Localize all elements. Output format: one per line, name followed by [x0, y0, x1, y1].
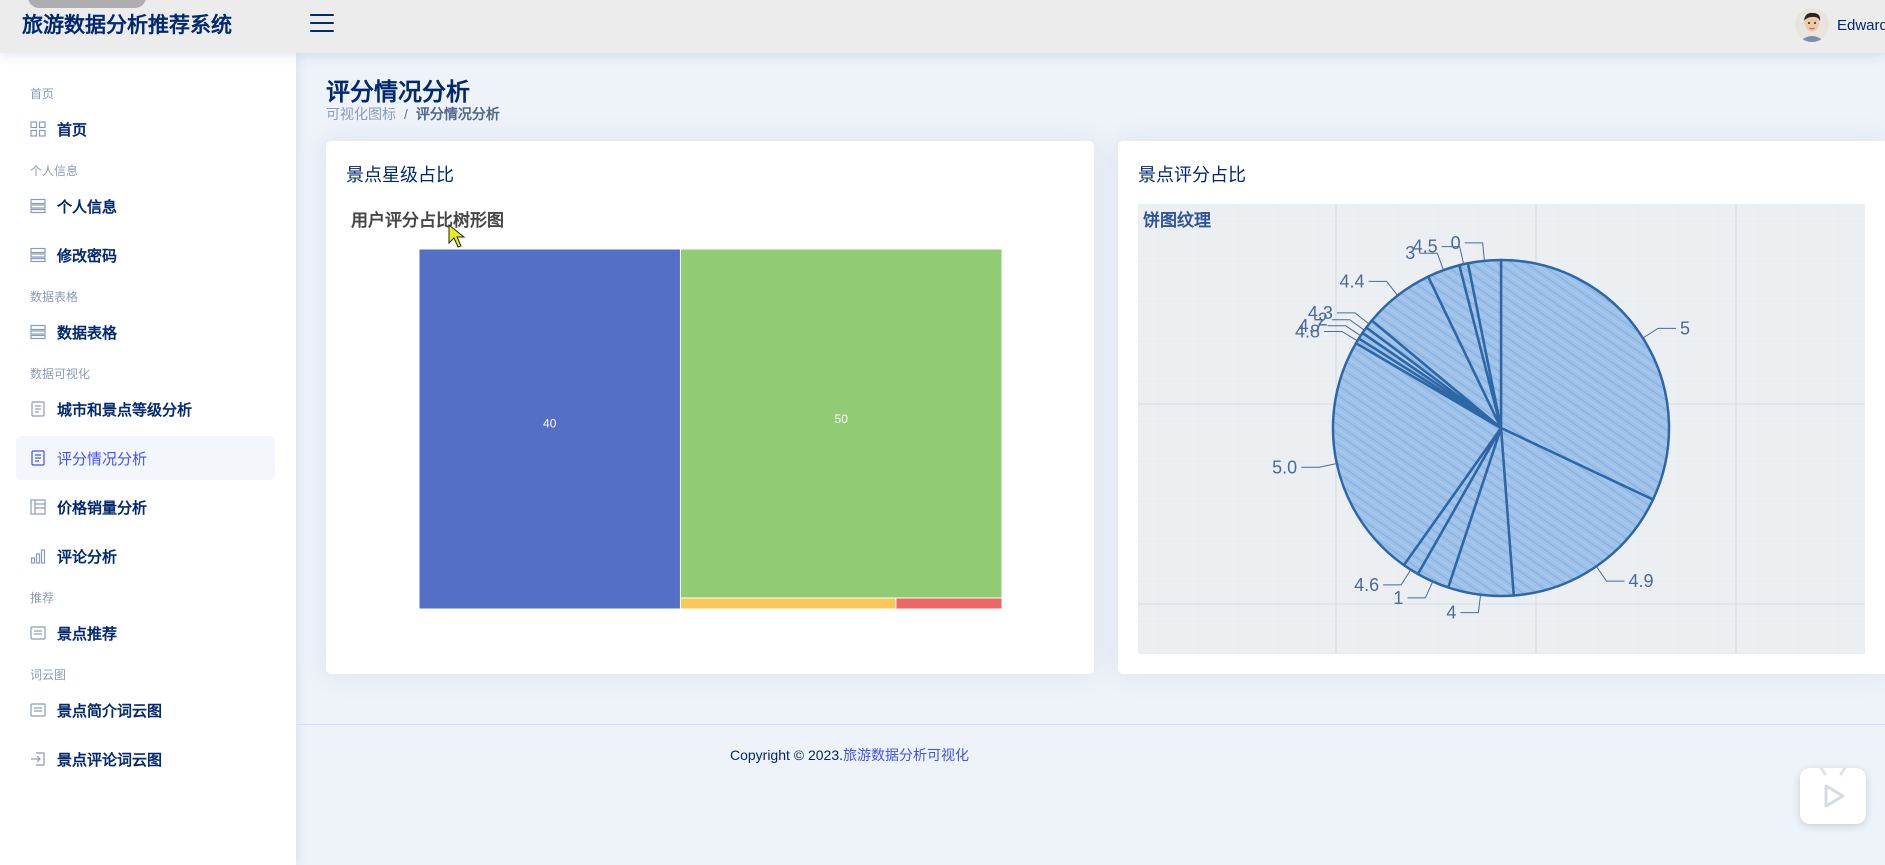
sidebar-item-label: 个人信息: [57, 198, 118, 216]
sidebar-item-rating-analysis[interactable]: 评分情况分析: [16, 436, 275, 480]
sidebar-item-city-level-analysis[interactable]: 城市和景点等级分析: [16, 387, 275, 431]
nav-heading-profile: 个人信息: [30, 164, 79, 178]
treemap-node-label: 50: [835, 412, 849, 426]
pie-chart: 54.9414.65.04.84.724.34.434.5 0: [1138, 204, 1865, 654]
rating-share-card: 景点评分占比 5 4.9 4 1 4.6 5.0 4.8 4.7 2 4.3 4.4 3 4.5 0 饼图…: [1118, 141, 1885, 674]
footer-divider: [296, 724, 1885, 725]
treemap-node[interactable]: [679, 597, 897, 610]
pie-slice-label: 1: [1393, 588, 1403, 608]
card-list-icon: [30, 703, 46, 717]
pie-slice-label: 5.0: [1272, 457, 1297, 477]
sidebar-item-recommend[interactable]: 景点推荐: [16, 611, 275, 655]
menu-toggle-icon[interactable]: [310, 14, 334, 34]
nav-heading-home: 首页: [30, 87, 55, 101]
sidebar-item-label: 数据表格: [57, 324, 118, 342]
key-icon: [30, 247, 46, 263]
sidebar-item-label: 景点推荐: [57, 625, 118, 643]
app-brand[interactable]: 旅游数据分析推荐系统: [22, 9, 232, 39]
nav-heading-data-table: 数据表格: [30, 290, 79, 304]
sidebar: 首页 首页 个人信息 个人信息 修改密码 数据表格 数据表格 数据可视化 城市和…: [0, 53, 296, 865]
nav-heading-visualization: 数据可视化: [30, 367, 91, 381]
sidebar-item-label: 修改密码: [57, 247, 118, 265]
user-menu[interactable]: Edward: [1795, 7, 1885, 43]
header-decoration: [28, 0, 146, 8]
play-icon: [1818, 764, 1848, 808]
sidebar-item-price-sales-analysis[interactable]: 价格销量分析: [16, 485, 275, 529]
sidebar-item-label: 评论分析: [57, 548, 118, 566]
sidebar-item-label: 景点评论词云图: [57, 751, 163, 769]
treemap-node[interactable]: [895, 597, 1003, 610]
sidebar-item-change-password[interactable]: 修改密码: [16, 233, 275, 277]
pie-slice-label: 4.9: [1629, 571, 1654, 591]
pie-slice-label: 4.4: [1340, 271, 1365, 291]
page-title: 评分情况分析: [326, 79, 470, 106]
footer-copyright: Copyright © 2023.: [729, 747, 844, 763]
chart-title: 饼图纹理: [1143, 211, 1211, 230]
breadcrumb-link[interactable]: 可视化图标: [326, 106, 396, 122]
nav-heading-recommend: 推荐: [30, 591, 55, 605]
profile-icon: [30, 198, 46, 214]
sidebar-item-label: 城市和景点等级分析: [57, 401, 193, 419]
avatar[interactable]: [1795, 8, 1829, 42]
login-icon: [31, 752, 45, 766]
sidebar-item-profile[interactable]: 个人信息: [16, 184, 275, 228]
sidebar-item-intro-wordcloud[interactable]: 景点简介词云图: [16, 688, 275, 732]
pie-slice-label: 4.6: [1354, 575, 1379, 595]
treemap-chart: 40 50: [418, 223, 1003, 610]
card-icon: [30, 626, 46, 640]
floating-play-button[interactable]: [1800, 764, 1866, 824]
sidebar-item-comment-analysis[interactable]: 评论分析: [16, 534, 275, 578]
mouse-cursor-icon: [448, 223, 466, 248]
sidebar-item-label: 景点简介词云图: [57, 702, 163, 720]
footer: Copyright © 2023.旅游数据分析可视化: [296, 745, 1403, 765]
star-level-card: 景点星级占比 用户评分占比树形图 40 50: [326, 141, 1094, 674]
pie-slice-label: 0: [1451, 233, 1461, 253]
top-header: 旅游数据分析推荐系统 Edward: [0, 0, 1885, 53]
table-icon: [30, 324, 46, 340]
pie-slice-label: 4: [1446, 603, 1456, 623]
sidebar-item-comment-wordcloud[interactable]: 景点评论词云图: [16, 737, 275, 781]
breadcrumb-current: 评分情况分析: [415, 106, 500, 122]
bar-chart-icon: [30, 549, 46, 564]
sidebar-item-label: 评分情况分析: [57, 450, 148, 468]
sidebar-item-label: 首页: [57, 121, 88, 139]
grid-icon: [30, 121, 46, 137]
nav-heading-wordcloud: 词云图: [30, 668, 67, 682]
layout-icon: [30, 499, 46, 515]
document-icon: [31, 450, 45, 466]
breadcrumb: 可视化图标 / 评分情况分析: [326, 104, 500, 124]
breadcrumb-separator: /: [404, 106, 408, 122]
pie-slice-label: 4.3: [1308, 303, 1333, 323]
document-icon: [31, 401, 45, 417]
sidebar-item-home[interactable]: 首页: [16, 107, 275, 151]
footer-link[interactable]: 旅游数据分析可视化: [843, 747, 969, 763]
sidebar-item-data-table[interactable]: 数据表格: [16, 310, 275, 354]
treemap-node-label: 40: [543, 417, 557, 431]
pie-slice-label: 4.5: [1413, 237, 1438, 257]
sidebar-item-label: 价格销量分析: [57, 499, 148, 517]
user-name[interactable]: Edward: [1837, 17, 1885, 34]
pie-slice-label: 5: [1680, 318, 1690, 338]
